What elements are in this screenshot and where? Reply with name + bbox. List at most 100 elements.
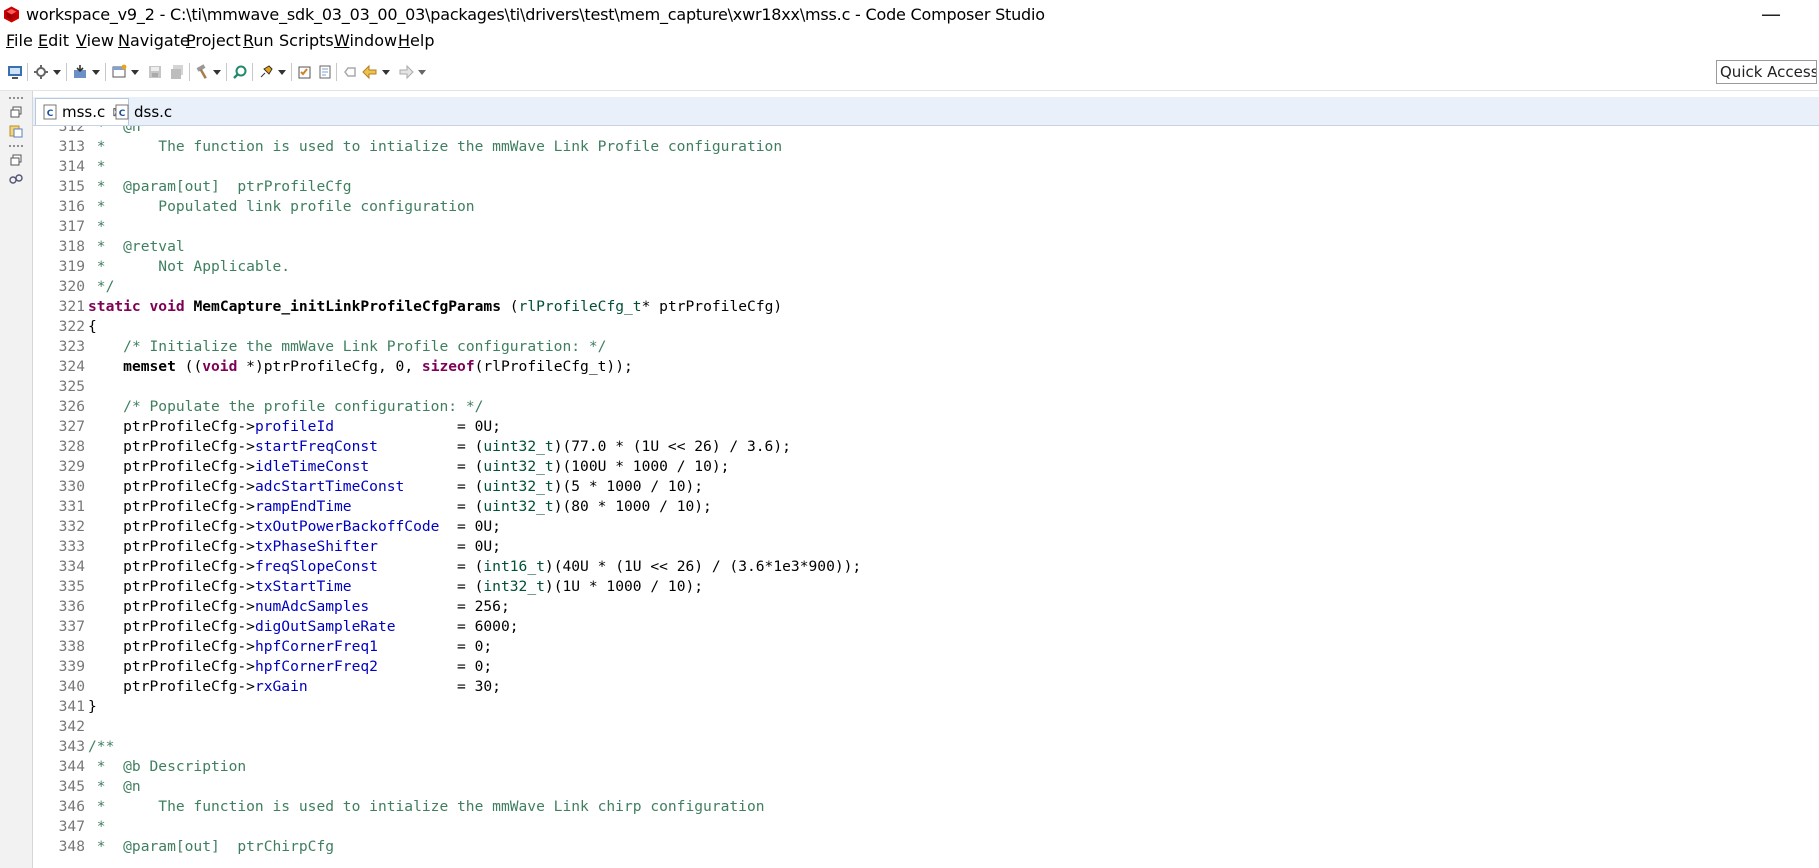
quick-access-input[interactable]: Quick Access	[1716, 60, 1817, 84]
line-number: 322	[58, 318, 85, 335]
code-line[interactable]: 336 ptrProfileCfg->numAdcSamples = 256;	[33, 597, 1819, 617]
code-line[interactable]: 327 ptrProfileCfg->profileId = 0U;	[33, 417, 1819, 437]
line-source: memset ((void *)ptrProfileCfg, 0, sizeof…	[88, 357, 633, 377]
code-editor[interactable]: 312 * @n 313 * The function is used to in…	[33, 126, 1819, 868]
code-token: txPhaseShifter	[254, 538, 378, 555]
code-line[interactable]: 323 /* Initialize the mmWave Link Profil…	[33, 337, 1819, 357]
code-line[interactable]: 343/**	[33, 737, 1819, 757]
hammer-dropdown[interactable]	[212, 61, 222, 83]
code-line[interactable]: 315 * @param[out] ptrProfileCfg	[33, 177, 1819, 197]
back-button[interactable]	[359, 61, 381, 83]
code-line[interactable]: 333 ptrProfileCfg->txPhaseShifter = 0U;	[33, 537, 1819, 557]
code-line[interactable]: 330 ptrProfileCfg->adcStartTimeConst = (…	[33, 477, 1819, 497]
code-line[interactable]: 320 */	[33, 277, 1819, 297]
code-token: *	[88, 218, 106, 235]
line-number: 323	[58, 338, 85, 355]
code-line[interactable]: 325	[33, 377, 1819, 397]
code-line[interactable]: 318 * @retval	[33, 237, 1819, 257]
code-line[interactable]: 341}	[33, 697, 1819, 717]
line-source: ptrProfileCfg->txOutPowerBackoffCode = 0…	[88, 517, 501, 537]
forward-button[interactable]	[395, 61, 417, 83]
code-token: MemCapture_initLinkProfileCfgParams	[193, 298, 501, 315]
code-line[interactable]: 338 ptrProfileCfg->hpfCornerFreq1 = 0;	[33, 637, 1819, 657]
build-button[interactable]	[30, 61, 52, 83]
save-button[interactable]	[144, 61, 166, 83]
search-button[interactable]	[229, 61, 251, 83]
code-token: ptrProfileCfg->	[88, 418, 255, 435]
code-line[interactable]: 316 * Populated link profile configurati…	[33, 197, 1819, 217]
chevron-down-icon	[131, 69, 139, 75]
menu-help[interactable]: Help	[398, 31, 434, 50]
save-all-button[interactable]	[166, 61, 188, 83]
minimize-button[interactable]: —	[1761, 2, 1781, 26]
menu-scripts[interactable]: Scripts	[279, 31, 334, 50]
code-line[interactable]: 332 ptrProfileCfg->txOutPowerBackoffCode…	[33, 517, 1819, 537]
external-tools-dropdown[interactable]	[277, 61, 287, 83]
code-line[interactable]: 324 memset ((void *)ptrProfileCfg, 0, si…	[33, 357, 1819, 377]
forward-dropdown[interactable]	[417, 61, 427, 83]
code-line[interactable]: 313 * The function is used to intialize …	[33, 137, 1819, 157]
project-explorer-icon[interactable]	[7, 122, 25, 140]
code-line[interactable]: 337 ptrProfileCfg->digOutSampleRate = 60…	[33, 617, 1819, 637]
code-token: adcStartTimeConst	[254, 478, 405, 495]
menu-edit[interactable]: Edit	[38, 31, 69, 50]
show-whitespace-button[interactable]	[314, 61, 336, 83]
code-line[interactable]: 335 ptrProfileCfg->txStartTime = (int32_…	[33, 577, 1819, 597]
code-line[interactable]: 317 *	[33, 217, 1819, 237]
menu-view[interactable]: View	[76, 31, 114, 50]
restore-icon[interactable]	[7, 151, 25, 169]
code-line[interactable]: 339 ptrProfileCfg->hpfCornerFreq2 = 0;	[33, 657, 1819, 677]
code-line[interactable]: 329 ptrProfileCfg->idleTimeConst = (uint…	[33, 457, 1819, 477]
line-source: static void MemCapture_initLinkProfileCf…	[88, 297, 782, 317]
flash-dropdown[interactable]	[91, 61, 101, 83]
new-button[interactable]	[108, 61, 130, 83]
code-line[interactable]: 345 * @n	[33, 777, 1819, 797]
code-line[interactable]: 319 * Not Applicable.	[33, 257, 1819, 277]
back-dropdown[interactable]	[381, 61, 391, 83]
line-source: ptrProfileCfg->adcStartTimeConst = (uint…	[88, 477, 703, 497]
code-token: = (	[351, 578, 484, 595]
open-task-button[interactable]	[294, 61, 316, 83]
menu-run[interactable]: Run	[243, 31, 274, 50]
code-line[interactable]: 334 ptrProfileCfg->freqSlopeConst = (int…	[33, 557, 1819, 577]
code-line[interactable]: 348 * @param[out] ptrChirpCfg	[33, 837, 1819, 857]
menu-project[interactable]: Project	[186, 31, 241, 50]
debug-view-icon[interactable]	[7, 170, 25, 188]
code-line[interactable]: 347 *	[33, 817, 1819, 837]
code-token: static	[88, 298, 141, 315]
code-token: * Not Applicable.	[88, 258, 291, 275]
code-line[interactable]: 312 * @n	[33, 126, 1819, 137]
last-edit-button[interactable]	[339, 61, 361, 83]
menu-window[interactable]: Window	[334, 31, 397, 50]
hammer-build-button[interactable]	[192, 61, 214, 83]
code-line[interactable]: 328 ptrProfileCfg->startFreqConst = (uin…	[33, 437, 1819, 457]
code-line[interactable]: 331 ptrProfileCfg->rampEndTime = (uint32…	[33, 497, 1819, 517]
task-icon	[298, 66, 311, 79]
code-token: txOutPowerBackoffCode	[254, 518, 440, 535]
debug-perspective-button[interactable]	[4, 61, 26, 83]
code-line[interactable]: 346 * The function is used to intialize …	[33, 797, 1819, 817]
code-token: = (	[351, 498, 484, 515]
menu-navigate[interactable]: Navigate	[118, 31, 190, 50]
line-source: * @param[out] ptrProfileCfg	[88, 177, 352, 197]
code-line[interactable]: 314 *	[33, 157, 1819, 177]
tab-dss-c[interactable]: C dss.c	[108, 99, 178, 124]
svg-text:C: C	[119, 109, 126, 119]
code-line[interactable]: 344 * @b Description	[33, 757, 1819, 777]
restore-icon[interactable]	[7, 103, 25, 121]
line-source: ptrProfileCfg->digOutSampleRate = 6000;	[88, 617, 518, 637]
menu-file[interactable]: File	[6, 31, 33, 50]
line-number: 315	[58, 178, 85, 195]
line-number: 346	[58, 798, 85, 815]
code-line[interactable]: 321 static void MemCapture_initLinkProfil…	[33, 297, 1819, 317]
code-token: *)ptrProfileCfg, 0,	[237, 358, 422, 375]
code-line[interactable]: 322{	[33, 317, 1819, 337]
code-line[interactable]: 340 ptrProfileCfg->rxGain = 30;	[33, 677, 1819, 697]
new-dropdown[interactable]	[130, 61, 140, 83]
code-line[interactable]: 342	[33, 717, 1819, 737]
code-line[interactable]: 326 /* Populate the profile configuratio…	[33, 397, 1819, 417]
external-tools-button[interactable]	[255, 61, 277, 83]
flash-button[interactable]	[69, 61, 91, 83]
build-dropdown[interactable]	[52, 61, 62, 83]
line-source: * The function is used to intialize the …	[88, 137, 782, 157]
